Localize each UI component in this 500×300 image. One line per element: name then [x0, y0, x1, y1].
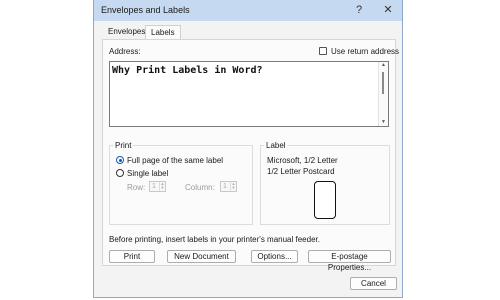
column-spinner[interactable]: 1 ▲ ▼	[220, 181, 237, 192]
address-label: Address:	[109, 47, 141, 56]
single-label-radio[interactable]	[116, 169, 124, 177]
scroll-down-icon[interactable]: ▼	[380, 120, 387, 125]
print-group: Print Full page of the same label Single…	[109, 141, 253, 225]
tab-labels[interactable]: Labels	[145, 25, 181, 40]
instruction-text: Before printing, insert labels in your p…	[109, 235, 320, 244]
help-icon[interactable]: ?	[352, 3, 366, 17]
title-bar: Envelopes and Labels ? ✕	[94, 0, 402, 21]
label-preview-icon[interactable]	[314, 181, 336, 219]
scroll-up-icon[interactable]: ▲	[380, 63, 387, 68]
use-return-address-checkbox[interactable]	[319, 47, 327, 55]
close-icon[interactable]: ✕	[381, 3, 395, 17]
use-return-address-label: Use return address	[331, 47, 400, 56]
window-title: Envelopes and Labels	[101, 5, 190, 15]
envelopes-and-labels-dialog: Envelopes and Labels ? ✕ Envelopes Label…	[93, 0, 403, 298]
label-vendor: Microsoft, 1/2 Letter	[267, 156, 338, 165]
row-spinner[interactable]: 1 ▲ ▼	[149, 181, 166, 192]
row-spinner-arrows-icon: ▲ ▼	[159, 181, 165, 191]
address-text: Why Print Labels in Word?	[112, 65, 263, 76]
single-label-label: Single label	[127, 169, 169, 178]
new-document-button[interactable]: New Document	[167, 250, 236, 263]
label-group[interactable]: Label Microsoft, 1/2 Letter 1/2 Letter P…	[260, 141, 390, 225]
tab-envelopes[interactable]: Envelopes	[103, 25, 150, 39]
scroll-thumb[interactable]	[382, 72, 384, 94]
column-spinner-arrows-icon: ▲ ▼	[230, 181, 236, 191]
row-label: Row:	[127, 183, 146, 192]
options-button[interactable]: Options...	[251, 250, 298, 263]
full-page-label: Full page of the same label	[127, 156, 224, 165]
tab-envelopes-label: Envelopes	[108, 27, 146, 36]
full-page-radio[interactable]	[116, 156, 124, 164]
tab-labels-label: Labels	[151, 28, 175, 37]
epostage-properties-button[interactable]: E-postage Properties...	[308, 250, 391, 272]
label-group-title: Label	[264, 141, 288, 150]
address-scrollbar[interactable]: ▲ ▼	[378, 62, 388, 126]
print-group-title: Print	[113, 141, 134, 150]
cancel-button[interactable]: Cancel	[350, 277, 397, 290]
row-value: 1	[152, 183, 156, 190]
column-value: 1	[223, 183, 227, 190]
label-product: 1/2 Letter Postcard	[267, 167, 335, 176]
print-button[interactable]: Print	[109, 250, 155, 263]
address-textarea[interactable]: Why Print Labels in Word? ▲ ▼	[109, 61, 389, 127]
column-label: Column:	[185, 183, 215, 192]
labels-panel: Address: Use return address Why Print La…	[102, 39, 400, 272]
